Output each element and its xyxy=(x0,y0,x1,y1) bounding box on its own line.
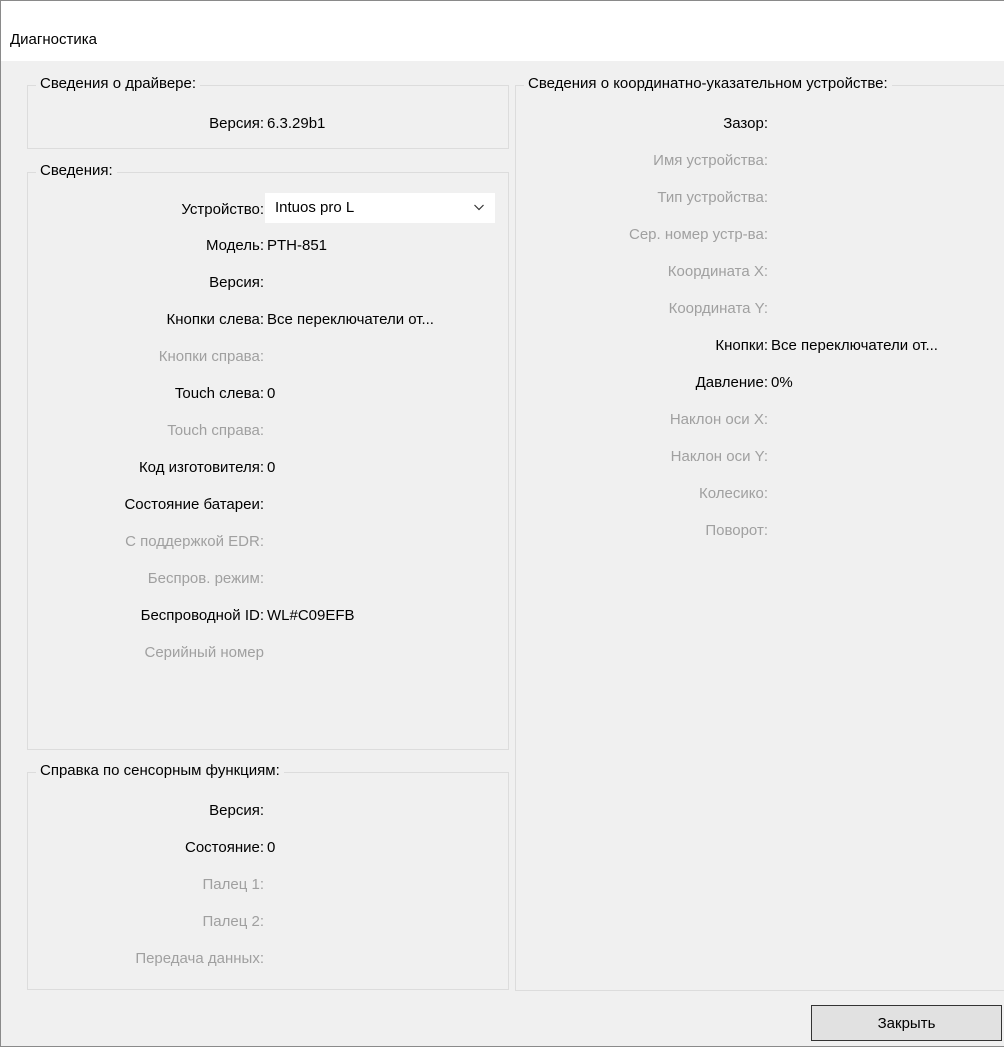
touch-version-label: Версия: xyxy=(209,802,264,819)
device-label: Устройство: xyxy=(181,201,264,218)
serial-number-label: Серийный номер xyxy=(144,644,264,661)
data-transfer-label: Передача данных: xyxy=(135,950,264,967)
finger1-label: Палец 1: xyxy=(202,876,265,893)
driver-version-label: Версия: xyxy=(209,115,264,132)
wireless-id-label: Беспроводной ID: xyxy=(140,607,264,624)
wireless-id-value: WL#C09EFB xyxy=(267,607,355,624)
wheel-label: Колесико: xyxy=(699,485,768,502)
device-select[interactable]: Intuos pro L xyxy=(265,193,495,223)
right-labels: Зазор: Имя устройства: Тип устройства: С… xyxy=(517,1,768,1046)
chevron-down-icon xyxy=(474,204,484,211)
tilt-x-label: Наклон оси X: xyxy=(669,411,768,428)
pointer-buttons-label: Кнопки: xyxy=(715,337,768,354)
touch-state-label: Состояние: xyxy=(184,839,264,856)
driver-version-value: 6.3.29b1 xyxy=(267,115,326,132)
pointer-buttons-value: Все переключатели от... xyxy=(771,337,938,354)
touch-left-value: 0 xyxy=(267,385,276,402)
tilt-y-label: Наклон оси Y: xyxy=(670,448,768,465)
coord-y-label: Координата Y: xyxy=(668,300,768,317)
touch-left-label: Touch слева: xyxy=(174,385,264,402)
pressure-label: Давление: xyxy=(695,374,768,391)
battery-state-label: Состояние батареи: xyxy=(124,496,264,513)
edr-support-label: С поддержкой EDR: xyxy=(125,533,264,550)
device-name-label: Имя устройства: xyxy=(653,152,768,169)
touch-right-label: Touch справа: xyxy=(167,422,264,439)
device-type-label: Тип устройства: xyxy=(657,189,768,206)
model-label: Модель: xyxy=(205,237,264,254)
wireless-mode-label: Беспров. режим: xyxy=(147,570,264,587)
left-buttons-label: Кнопки слева: xyxy=(166,311,265,328)
left-buttons-value: Все переключатели от... xyxy=(267,311,434,328)
info-version-label: Версия: xyxy=(209,274,264,291)
vendor-code-label: Код изготовителя: xyxy=(138,459,264,476)
close-button[interactable]: Закрыть xyxy=(811,1005,1002,1041)
device-serial-label: Сер. номер устр-ва: xyxy=(629,226,768,243)
gap-label: Зазор: xyxy=(723,115,768,132)
coord-x-label: Координата X: xyxy=(667,263,768,280)
pressure-value: 0% xyxy=(771,374,793,391)
finger2-label: Палец 2: xyxy=(202,913,265,930)
device-select-value: Intuos pro L xyxy=(275,199,355,216)
right-values: Все переключатели от... 0% xyxy=(771,1,1003,1046)
left-labels: Версия: Устройство: Модель: Версия: Кноп… xyxy=(1,1,265,1046)
touch-state-value: 0 xyxy=(267,839,276,856)
diagnostics-window: Диагностика Сведения о драйвере: Сведени… xyxy=(0,0,1004,1047)
vendor-code-value: 0 xyxy=(267,459,276,476)
rotation-label: Поворот: xyxy=(705,522,768,539)
right-buttons-label: Кнопки справа: xyxy=(158,348,264,365)
model-value: PTH-851 xyxy=(267,237,328,254)
left-values: 6.3.29b1 PTH-851 Все переключатели от...… xyxy=(267,1,507,1046)
